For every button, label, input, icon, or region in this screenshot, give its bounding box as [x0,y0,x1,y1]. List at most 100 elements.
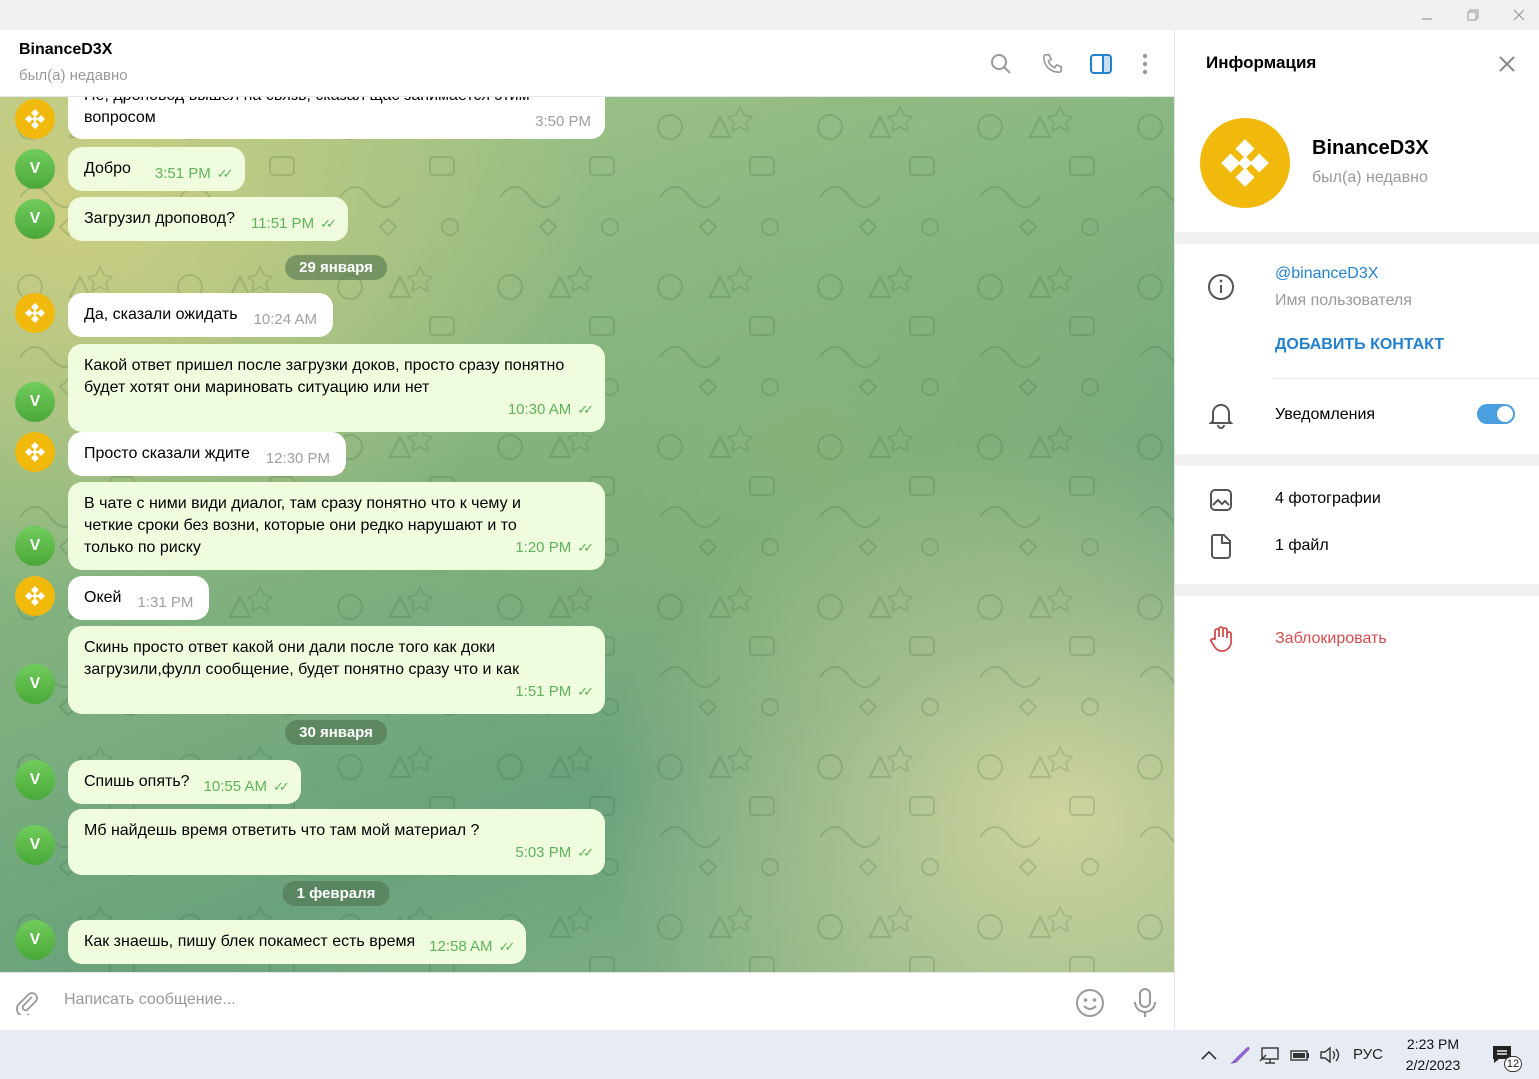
notifications-toggle[interactable] [1477,404,1515,424]
profile-avatar[interactable] [1200,118,1290,208]
maximize-button[interactable] [1450,0,1496,30]
divider [1272,378,1539,379]
network-icon[interactable] [1256,1030,1284,1079]
message-time: 12:30 PM [265,450,331,467]
block-hand-icon [1206,624,1236,654]
message-time: 11:51 PM [250,215,315,232]
message-text: Не, дроповод вышел на связь, сказал щас … [84,97,530,126]
volume-icon[interactable] [1316,1030,1344,1079]
toggle-knob [1497,406,1513,422]
close-icon [1513,9,1525,21]
message-bubble[interactable]: Просто сказали ждите 12:30 PM [68,432,347,476]
avatar[interactable]: V [15,149,55,189]
message-bubble[interactable]: Окей 1:31 PM [68,576,210,620]
attach-icon[interactable] [14,989,40,1020]
message-bubble[interactable]: Как знаешь, пишу блек покамест есть врем… [68,920,527,964]
read-ticks-icon: ✓✓ [320,216,337,231]
photos-link[interactable]: 4 фотографии [1275,490,1381,508]
taskbar-clock[interactable]: 2:23 PM 2/2/2023 [1393,1034,1473,1076]
avatar[interactable]: V [15,526,55,566]
avatar[interactable] [15,432,55,472]
more-vertical-icon[interactable] [1131,50,1159,78]
search-icon[interactable] [987,50,1015,78]
avatar[interactable]: V [15,664,55,704]
message-text: Да, сказали ожидать [84,306,238,323]
message-bubble[interactable]: В чате с ними види диалог, там сразу пон… [68,482,605,570]
message-input[interactable]: Написать сообщение... [64,991,236,1009]
read-ticks-icon: ✓✓ [577,684,594,699]
photo-icon [1206,485,1236,515]
taskbar: РУС 2:23 PM 2/2/2023 12 [0,1030,1539,1079]
read-ticks-icon: ✓✓ [216,166,234,181]
restore-icon [1467,9,1479,21]
message-bubble[interactable]: Добро 3:51 PM ✓✓ [68,147,245,191]
clock-date: 2/2/2023 [1405,1057,1461,1073]
section-divider [1175,584,1539,596]
avatar[interactable]: V [15,920,55,960]
username-link[interactable]: @binanceD3X [1275,265,1378,283]
message-time: 10:24 AM [253,311,317,328]
binance-logo-icon [25,109,45,129]
message-time: 1:51 PM [515,683,572,700]
file-icon [1206,532,1236,562]
message-bubble[interactable]: Спишь опять? 10:55 AM ✓✓ [68,760,301,804]
notifications-label: Уведомления [1275,406,1376,423]
message-time: 1:20 PM [515,539,572,556]
read-ticks-icon: ✓✓ [577,402,594,417]
read-ticks-icon: ✓✓ [498,939,516,954]
mic-icon[interactable] [1132,987,1158,1024]
message-input-bar: Написать сообщение... [0,972,1174,1030]
notification-count-badge: 12 [1504,1056,1522,1072]
message-time: 12:58 AM [429,938,493,955]
message-bubble[interactable]: Скинь просто ответ какой они дали после … [68,626,605,714]
block-user-button[interactable]: Заблокировать [1275,630,1387,648]
profile-status: был(а) недавно [1312,169,1428,186]
message-text: Загрузил дроповод? [84,210,235,227]
message-time: 5:03 PM [515,844,572,861]
battery-icon[interactable] [1286,1030,1314,1079]
bell-icon [1206,400,1236,430]
section-divider [1175,454,1539,466]
binance-logo-icon [25,303,45,323]
avatar[interactable]: V [15,382,55,422]
phone-icon[interactable] [1038,50,1066,78]
avatar[interactable]: V [15,760,55,800]
clock-time: 2:23 PM [1406,1036,1460,1052]
chat-title[interactable]: BinanceD3X [19,41,112,59]
message-text: Просто сказали ждите [84,445,250,462]
window-titlebar [0,0,1539,30]
chat-header: BinanceD3X был(а) недавно [0,30,1174,97]
avatar[interactable] [15,99,55,139]
avatar[interactable]: V [15,199,55,239]
avatar[interactable] [15,293,55,333]
window-close-button[interactable] [1496,0,1539,30]
read-ticks-icon: ✓✓ [272,779,290,794]
read-ticks-icon: ✓✓ [577,845,594,860]
add-contact-button[interactable]: ДОБАВИТЬ КОНТАКТ [1275,336,1444,354]
chat-messages-area[interactable]: Не, дроповод вышел на связь, сказал щас … [0,97,1174,972]
message-bubble[interactable]: Да, сказали ожидать 10:24 AM [68,293,333,337]
message-bubble[interactable]: Загрузил дроповод? 11:51 PM ✓✓ [68,197,348,241]
feather-app-icon[interactable] [1226,1030,1254,1079]
message-bubble[interactable]: Не, дроповод вышел на связь, сказал щас … [68,97,605,139]
date-separator: 1 февраля [282,881,390,906]
avatar[interactable]: V [15,825,55,865]
tray-expand-icon[interactable] [1195,1030,1223,1079]
message-bubble[interactable]: Какой ответ пришел после загрузки доков,… [68,344,605,432]
language-indicator[interactable]: РУС [1348,1030,1388,1079]
files-link[interactable]: 1 файл [1275,537,1329,555]
emoji-icon[interactable] [1075,988,1105,1023]
info-panel-title: Информация [1206,53,1317,72]
notification-center-icon[interactable]: 12 [1484,1030,1522,1079]
profile-name: BinanceD3X [1312,137,1429,159]
read-ticks-icon: ✓✓ [577,540,594,555]
message-text: Скинь просто ответ какой они дали после … [84,639,520,678]
date-separator: 30 января [285,720,387,745]
info-icon [1206,272,1236,302]
binance-logo-icon [25,586,45,606]
sidebar-toggle-icon[interactable] [1087,50,1115,78]
message-bubble[interactable]: Мб найдешь время ответить что там мой ма… [68,809,605,875]
close-icon[interactable] [1493,50,1521,78]
avatar[interactable] [15,576,55,616]
minimize-button[interactable] [1404,0,1450,30]
